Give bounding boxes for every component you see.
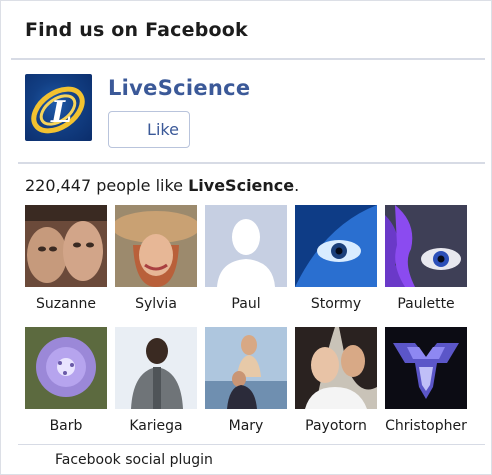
likes-page-name[interactable]: LiveScience <box>188 176 294 195</box>
fan-tile[interactable]: Kariega <box>115 327 205 439</box>
facebook-like-box: Find us on Facebook L LiveScience Like 2… <box>0 0 492 475</box>
fan-name[interactable]: Mary <box>199 418 293 434</box>
fan-name[interactable]: Stormy <box>289 296 383 312</box>
avatar[interactable] <box>25 327 107 409</box>
avatar[interactable] <box>295 205 377 287</box>
avatar-photo-icon <box>295 205 377 287</box>
fan-tile[interactable]: Sylvia <box>115 205 205 317</box>
avatar-photo-icon <box>385 327 467 409</box>
fan-name[interactable]: Paulette <box>379 296 473 312</box>
default-avatar-silhouette-icon <box>205 205 287 287</box>
fan-name[interactable]: Kariega <box>109 418 203 434</box>
page-logo[interactable]: L <box>25 74 92 141</box>
fan-name[interactable]: Christopher <box>379 418 473 434</box>
fan-tile[interactable]: Christopher <box>385 327 475 439</box>
fan-tile[interactable]: Stormy <box>295 205 385 317</box>
page-info: L LiveScience Like <box>25 74 485 148</box>
likes-text: people like <box>91 176 189 195</box>
avatar[interactable] <box>205 205 287 287</box>
fan-name[interactable]: Payotorn <box>289 418 383 434</box>
avatar-photo-icon <box>115 327 197 409</box>
fan-tile[interactable]: Payotorn <box>295 327 385 439</box>
like-button-label: Like <box>147 120 179 139</box>
like-button[interactable]: Like <box>108 111 190 148</box>
fan-tile[interactable]: Paul <box>205 205 295 317</box>
fan-tile[interactable]: Suzanne <box>25 205 115 317</box>
avatar-photo-icon <box>295 327 377 409</box>
likes-count: 220,447 <box>25 176 92 195</box>
fan-tile[interactable]: Barb <box>25 327 115 439</box>
avatar-photo-icon <box>25 205 107 287</box>
svg-text:L: L <box>50 95 72 130</box>
divider <box>18 162 485 164</box>
likes-count-line: 220,447 people like LiveScience. <box>25 176 299 195</box>
avatar[interactable] <box>385 205 467 287</box>
fan-tile[interactable]: Paulette <box>385 205 475 317</box>
fans-grid: Suzanne Sylvia Paul Stormy Paulette Barb… <box>25 205 485 435</box>
fan-name[interactable]: Suzanne <box>19 296 113 312</box>
avatar-photo-icon <box>205 327 287 409</box>
avatar[interactable] <box>25 205 107 287</box>
fan-tile[interactable]: Mary <box>205 327 295 439</box>
avatar-photo-icon <box>25 327 107 409</box>
avatar[interactable] <box>205 327 287 409</box>
fan-name[interactable]: Barb <box>19 418 113 434</box>
avatar-photo-icon <box>385 205 467 287</box>
avatar[interactable] <box>295 327 377 409</box>
livescience-logo-icon: L <box>31 86 85 134</box>
fan-name[interactable]: Sylvia <box>109 296 203 312</box>
fan-name[interactable]: Paul <box>199 296 293 312</box>
footer-plugin-text[interactable]: Facebook social plugin <box>55 452 213 468</box>
divider <box>18 444 485 445</box>
avatar[interactable] <box>115 205 197 287</box>
page-name-link[interactable]: LiveScience <box>108 76 250 100</box>
avatar-photo-icon <box>115 205 197 287</box>
avatar[interactable] <box>115 327 197 409</box>
avatar[interactable] <box>385 327 467 409</box>
header: Find us on Facebook <box>11 1 485 60</box>
header-title: Find us on Facebook <box>25 19 248 41</box>
likes-suffix: . <box>294 176 300 195</box>
